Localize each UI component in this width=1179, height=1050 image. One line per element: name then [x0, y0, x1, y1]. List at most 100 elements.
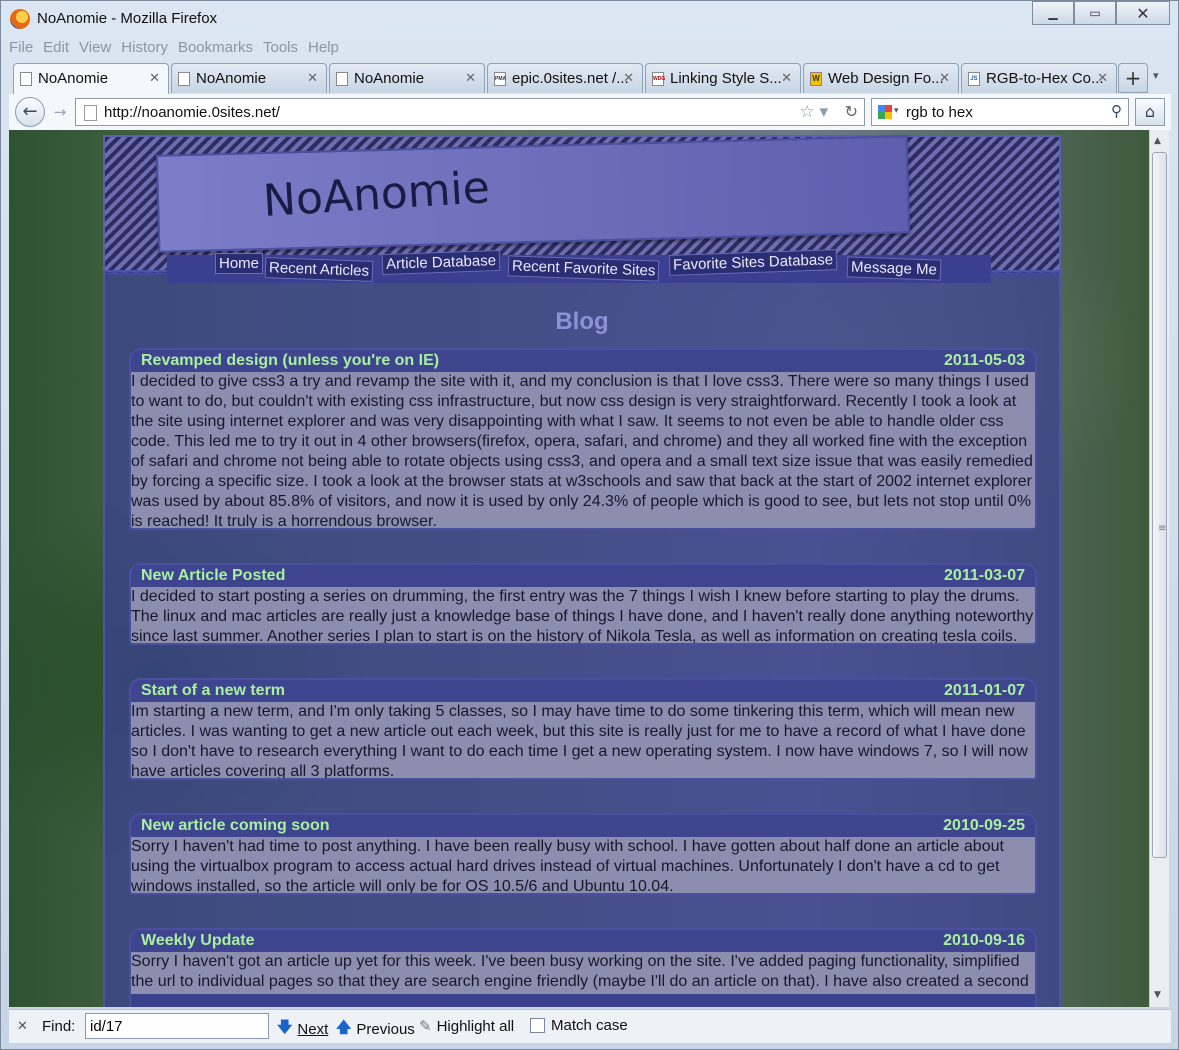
- find-previous-label: Previous: [356, 1021, 415, 1038]
- tab-close-icon[interactable]: ✕: [149, 70, 160, 86]
- page-icon: [336, 72, 348, 86]
- match-case-label: Match case: [551, 1017, 628, 1034]
- home-button[interactable]: ⌂: [1135, 98, 1165, 126]
- post-body: Sorry I haven't had time to post anythin…: [131, 837, 1035, 893]
- back-forward-group: ← →: [15, 97, 77, 127]
- site-logo: NoAnomie: [261, 162, 492, 227]
- tab-label: NoAnomie: [354, 70, 425, 87]
- search-engine-dropdown-icon[interactable]: ▾: [894, 105, 899, 116]
- url-text[interactable]: http://noanomie.0sites.net/: [104, 104, 280, 121]
- logo-banner[interactable]: NoAnomie: [155, 135, 911, 253]
- post-header: Revamped design (unless you're on IE) 20…: [131, 350, 1035, 372]
- nav-link-recent-articles[interactable]: Recent Articles: [264, 257, 374, 282]
- tab-noanomie-1[interactable]: NoAnomie ✕: [13, 63, 169, 94]
- page-icon: [20, 72, 32, 86]
- page-icon: [178, 72, 190, 86]
- menu-help[interactable]: Help: [308, 39, 339, 59]
- search-icon[interactable]: ⚲: [1111, 102, 1122, 120]
- site-page: NoAnomie Blog Revamped design (unless yo…: [103, 130, 1061, 1007]
- tab-epic-0sites[interactable]: PMA epic.0sites.net /... ✕: [487, 63, 643, 93]
- w-icon: W: [810, 72, 822, 86]
- find-label: Find:: [42, 1018, 76, 1035]
- post-body: I decided to give css3 a try and revamp …: [131, 372, 1035, 528]
- menu-tools[interactable]: Tools: [263, 39, 298, 59]
- url-bar[interactable]: http://noanomie.0sites.net/ ☆ ▾ ↻: [75, 98, 865, 126]
- tab-close-icon[interactable]: ✕: [939, 70, 950, 86]
- firefox-icon: [10, 9, 30, 29]
- search-bar[interactable]: ▾ rgb to hex ⚲: [871, 98, 1129, 126]
- checkbox-icon[interactable]: [530, 1018, 545, 1033]
- post-date: 2010-09-16: [943, 932, 1025, 949]
- blog-post: Start of a new term 2011-01-07 Im starti…: [129, 678, 1037, 780]
- maximize-icon: ▭: [1089, 6, 1101, 20]
- forward-button[interactable]: →: [47, 101, 73, 123]
- post-title: Weekly Update: [141, 932, 255, 949]
- tab-close-icon[interactable]: ✕: [1097, 70, 1108, 86]
- tab-web-design[interactable]: W Web Design Fo... ✕: [803, 63, 959, 93]
- minimize-button[interactable]: ▁: [1032, 1, 1074, 25]
- nav-link-message-me[interactable]: Message Me: [846, 256, 942, 281]
- page-icon: [84, 105, 97, 121]
- highlight-all-label: Highlight all: [436, 1017, 515, 1035]
- google-icon[interactable]: [878, 105, 892, 119]
- tab-noanomie-3[interactable]: NoAnomie ✕: [329, 63, 485, 93]
- content-panel: Blog Revamped design (unless you're on I…: [103, 270, 1061, 1007]
- nav-link-favorite-sites-database[interactable]: Favorite Sites Database: [668, 249, 838, 276]
- menu-bar: File Edit View History Bookmarks Tools H…: [9, 39, 339, 59]
- vertical-scrollbar[interactable]: ▲ ≡ ▼: [1149, 130, 1169, 1007]
- close-button[interactable]: ✕: [1116, 1, 1170, 25]
- nav-link-recent-favorite-sites[interactable]: Recent Favorite Sites: [507, 255, 660, 282]
- tab-label: Web Design Fo...: [828, 70, 944, 87]
- find-next-label: Next: [297, 1021, 329, 1038]
- post-title: Revamped design (unless you're on IE): [141, 352, 440, 369]
- tab-label: NoAnomie: [196, 70, 267, 87]
- highlight-all-button[interactable]: ✎ Highlight all: [419, 1017, 515, 1036]
- up-arrow-icon: 🡅: [336, 1019, 352, 1036]
- title-bar: NoAnomie - Mozilla Firefox ▁ ▭ ✕: [1, 1, 1178, 37]
- menu-history[interactable]: History: [121, 39, 168, 59]
- nav-link-article-database[interactable]: Article Database: [381, 249, 501, 276]
- tab-close-icon[interactable]: ✕: [307, 70, 318, 86]
- page-title: Blog: [555, 308, 609, 335]
- scroll-up-icon[interactable]: ▲: [1154, 136, 1161, 146]
- tab-linking-style[interactable]: WDG Linking Style S... ✕: [645, 63, 801, 93]
- tab-close-icon[interactable]: ✕: [623, 70, 634, 86]
- w3c-icon: WDG: [652, 72, 665, 86]
- find-next-button[interactable]: 🡇 Next: [277, 1017, 328, 1042]
- forward-arrow-icon: →: [53, 103, 67, 121]
- scroll-thumb[interactable]: ≡: [1152, 152, 1167, 858]
- blog-post: New article coming soon 2010-09-25 Sorry…: [129, 813, 1037, 895]
- down-arrow-icon: 🡇: [277, 1019, 293, 1036]
- scroll-down-icon[interactable]: ▼: [1154, 990, 1161, 1000]
- post-date: 2011-01-07: [944, 682, 1025, 699]
- menu-bookmarks[interactable]: Bookmarks: [178, 39, 253, 59]
- menu-edit[interactable]: Edit: [43, 39, 69, 59]
- tab-label: epic.0sites.net /...: [512, 70, 629, 87]
- post-header: New article coming soon 2010-09-25: [131, 815, 1035, 837]
- find-input[interactable]: [85, 1013, 269, 1039]
- tab-rgb-to-hex[interactable]: JS RGB-to-Hex Co... ✕: [961, 63, 1117, 93]
- post-body: Sorry I haven't got an article up yet fo…: [131, 952, 1035, 994]
- post-header: Weekly Update 2010-09-16: [131, 930, 1035, 952]
- tab-close-icon[interactable]: ✕: [781, 70, 792, 86]
- menu-view[interactable]: View: [79, 39, 111, 59]
- find-close-icon[interactable]: ✕: [17, 1018, 28, 1034]
- search-text[interactable]: rgb to hex: [906, 104, 973, 121]
- bookmark-star-icon[interactable]: ☆ ▾: [800, 102, 829, 122]
- tab-close-icon[interactable]: ✕: [465, 70, 476, 86]
- list-all-tabs-icon[interactable]: ▾: [1153, 69, 1159, 82]
- menu-file[interactable]: File: [9, 39, 33, 59]
- nav-link-home[interactable]: Home: [215, 253, 264, 274]
- match-case-checkbox[interactable]: Match case: [530, 1017, 628, 1034]
- tab-label: Linking Style S...: [670, 70, 782, 87]
- reload-icon[interactable]: ↻: [845, 102, 858, 122]
- new-tab-button[interactable]: +: [1118, 63, 1148, 93]
- home-icon: ⌂: [1144, 102, 1156, 121]
- find-previous-button[interactable]: 🡅 Previous: [336, 1017, 415, 1042]
- tab-noanomie-2[interactable]: NoAnomie ✕: [171, 63, 327, 93]
- maximize-button[interactable]: ▭: [1074, 1, 1116, 25]
- back-button[interactable]: ←: [15, 97, 45, 127]
- post-body: I decided to start posting a series on d…: [131, 587, 1035, 643]
- minimize-icon: ▁: [1048, 6, 1058, 20]
- blog-post: Weekly Update 2010-09-16 Sorry I haven't…: [129, 928, 1037, 1007]
